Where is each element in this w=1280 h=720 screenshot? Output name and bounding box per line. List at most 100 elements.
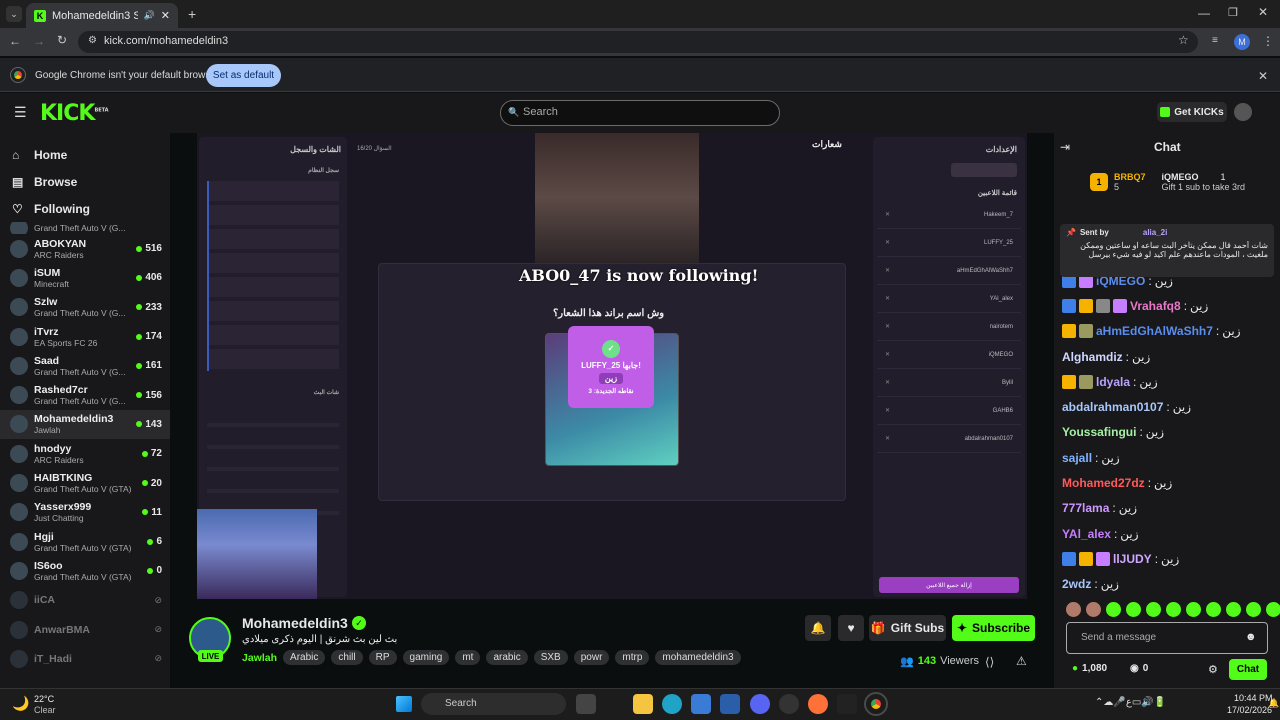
chat-message[interactable]: Vrahafq8: زين xyxy=(1062,293,1276,318)
chat-username[interactable]: Alghamdiz xyxy=(1062,350,1123,364)
profile-avatar[interactable]: M xyxy=(1234,34,1250,50)
emote-icon[interactable] xyxy=(1106,602,1121,617)
taskbar-search[interactable]: Search xyxy=(421,693,566,715)
chat-input[interactable]: Send a message xyxy=(1066,622,1268,654)
close-infobar-icon[interactable]: ✕ xyxy=(1258,69,1268,83)
chat-username[interactable]: YAl_alex xyxy=(1062,527,1111,541)
sidebar-channel[interactable]: Szlw Grand Theft Auto V (G... 233 xyxy=(0,293,170,322)
chat-username[interactable]: aHmEdGhAlWaShh7 xyxy=(1096,324,1213,338)
firefox-icon[interactable] xyxy=(808,694,828,714)
kick-player-icon[interactable]: ✕ xyxy=(885,267,890,274)
chat-message[interactable]: llJUDY: زين xyxy=(1062,546,1276,571)
tag-chip[interactable]: chill xyxy=(331,650,363,665)
kick-player-icon[interactable]: ✕ xyxy=(885,239,890,246)
emote-icon[interactable] xyxy=(1206,602,1221,617)
chat-username[interactable]: Vrahafq8 xyxy=(1130,299,1181,313)
emote-icon[interactable] xyxy=(1186,602,1201,617)
steam-icon[interactable] xyxy=(779,694,799,714)
chat-message[interactable]: sajall: زين xyxy=(1062,445,1276,470)
close-tab-icon[interactable]: ✕ xyxy=(161,9,170,22)
tag-chip[interactable]: SXB xyxy=(533,650,568,665)
discord-icon[interactable] xyxy=(750,694,770,714)
clock-time[interactable]: 10:44 PM xyxy=(1234,693,1273,703)
sidebar-channel[interactable]: Rashed7cr Grand Theft Auto V (G... 156 xyxy=(0,380,170,409)
chat-username[interactable]: Mohamed27dz xyxy=(1062,476,1145,490)
kick-logo[interactable]: KICKBETA xyxy=(40,101,109,126)
sidebar-channel[interactable]: hnodyy ARC Raiders 72 xyxy=(0,439,170,468)
gift-subs-button[interactable]: 🎁 Gift Subs xyxy=(869,615,946,641)
chat-message[interactable]: YAl_alex: زين xyxy=(1062,521,1276,546)
url-field[interactable]: kick.com/mohamedeldin3 xyxy=(78,31,1198,53)
sidebar-channel[interactable]: HAIBTKING Grand Theft Auto V (GTA) 20 xyxy=(0,468,170,497)
emote-icon[interactable] xyxy=(1146,602,1161,617)
follow-heart-button[interactable]: ♥ xyxy=(838,615,864,641)
chat-username[interactable]: Youssafingui xyxy=(1062,425,1136,439)
emote-icon[interactable] xyxy=(1066,602,1081,617)
subscribe-button[interactable]: ✦ Subscribe xyxy=(952,615,1035,641)
sidebar-channel[interactable]: Hgji Grand Theft Auto V (GTA) 6 xyxy=(0,527,170,556)
sidebar-channel[interactable]: iiCA ⊘ xyxy=(0,586,170,615)
remove-all-players-button[interactable]: إزالة جميع اللاعبين xyxy=(879,577,1019,593)
sidebar-channel[interactable]: iSUM Minecraft 406 xyxy=(0,263,170,292)
weather-icon[interactable]: 🌙 xyxy=(12,695,29,712)
system-tray[interactable]: ⌃☁🎤ع▭🔊🔋 xyxy=(1095,697,1166,708)
store-icon[interactable] xyxy=(691,694,711,714)
chat-message[interactable]: ldyala: زين xyxy=(1062,369,1276,394)
site-info-icon[interactable]: ⚙ xyxy=(88,35,97,46)
chat-send-button[interactable]: Chat xyxy=(1229,659,1267,680)
sidebar-nav-home[interactable]: ⌂ Home xyxy=(0,141,170,168)
user-avatar[interactable] xyxy=(1234,103,1252,121)
sidebar-channel[interactable]: IS6oo Grand Theft Auto V (GTA) 0 xyxy=(0,556,170,585)
forward-icon[interactable]: → xyxy=(33,34,45,48)
sidebar-nav-browse[interactable]: ▤ Browse xyxy=(0,168,170,195)
tag-chip[interactable]: RP xyxy=(368,650,397,665)
menu-icon[interactable]: ⋮ xyxy=(1262,34,1274,48)
set-default-button[interactable]: Set as default xyxy=(206,64,281,87)
emote-icon[interactable] xyxy=(1086,602,1101,617)
clock-date[interactable]: 17/02/2026 xyxy=(1227,705,1272,715)
reload-icon[interactable]: ↻ xyxy=(57,33,67,47)
tag-chip[interactable]: arabic xyxy=(486,650,528,665)
restore-icon[interactable]: ❐ xyxy=(1228,6,1238,19)
bookmark-star-icon[interactable]: ☆ xyxy=(1178,33,1189,47)
hamburger-icon[interactable]: ☰ xyxy=(14,104,27,121)
start-icon[interactable] xyxy=(396,696,412,712)
sidebar-channel[interactable]: iT_Hadi ⊘ xyxy=(0,644,170,673)
notification-bell-button[interactable]: 🔔 xyxy=(805,615,831,641)
category-link[interactable]: Jawlah xyxy=(242,652,277,664)
chat-message[interactable]: 2wdz: زين xyxy=(1062,572,1276,597)
kick-app-icon[interactable] xyxy=(837,694,857,714)
tab-search-button[interactable]: ⌄ xyxy=(6,6,22,22)
emote-bar[interactable] xyxy=(1066,602,1280,617)
back-icon[interactable]: ← xyxy=(9,34,21,48)
kick-player-icon[interactable]: ✕ xyxy=(885,435,890,442)
media-icon[interactable]: ≡ xyxy=(1212,35,1218,46)
kick-player-icon[interactable]: ✕ xyxy=(885,407,890,414)
emote-icon[interactable] xyxy=(1246,602,1261,617)
browser-tab[interactable]: K Mohamedeldin3 Stream - V 🔊 ✕ xyxy=(26,3,178,28)
tag-chip[interactable]: mt xyxy=(455,650,481,665)
chat-username[interactable]: sajall xyxy=(1062,451,1092,465)
collapse-chat-icon[interactable]: ⇥ xyxy=(1060,140,1070,154)
sidebar-nav-following[interactable]: ♡ Following xyxy=(0,195,170,222)
notification-bell-icon[interactable]: 🔔 xyxy=(1268,698,1279,709)
chat-message[interactable]: Alghamdiz: زين xyxy=(1062,344,1276,369)
chrome-taskbar-icon[interactable] xyxy=(864,692,888,716)
share-icon[interactable]: ⟨⟩ xyxy=(985,655,994,669)
search-input[interactable]: Search xyxy=(500,100,780,126)
emoji-icon[interactable]: ☻ xyxy=(1245,631,1257,643)
chat-username[interactable]: llJUDY xyxy=(1113,552,1152,566)
kick-player-icon[interactable]: ✕ xyxy=(885,323,890,330)
speaker-icon[interactable]: 🔊 xyxy=(144,10,155,21)
chat-username[interactable]: 777lama xyxy=(1062,501,1109,515)
points-balance[interactable]: ◉ 0 xyxy=(1130,663,1148,674)
channel-name[interactable]: Mohamedeldin3 xyxy=(242,615,348,631)
edge-icon[interactable] xyxy=(662,694,682,714)
chat-username[interactable]: ldyala xyxy=(1096,375,1130,389)
kick-player-icon[interactable]: ✕ xyxy=(885,295,890,302)
weather-temp[interactable]: 22°C xyxy=(34,694,54,704)
report-icon[interactable]: ⚠ xyxy=(1016,654,1027,668)
chat-message[interactable]: abdalrahman0107: زين xyxy=(1062,394,1276,419)
chat-message[interactable]: aHmEdGhAlWaShh7: زين xyxy=(1062,319,1276,344)
new-tab-button[interactable]: + xyxy=(188,6,196,22)
